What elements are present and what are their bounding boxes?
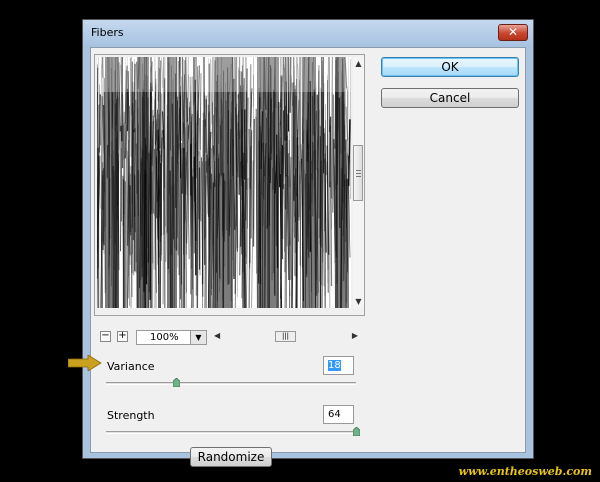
strength-value: 64 xyxy=(328,409,341,420)
watermark-text: www.entheosweb.com xyxy=(458,465,592,478)
grip-line xyxy=(356,173,361,174)
scroll-left-icon[interactable]: ◀ xyxy=(214,331,220,340)
zoom-in-button[interactable]: + xyxy=(117,331,128,342)
preview-panel: ▲ ▼ xyxy=(94,54,365,316)
fibers-dialog: Fibers ✕ ▲ ▼ − + 100% ▼ ◀ ||| ▶ Variance… xyxy=(82,19,534,467)
fibers-preview-image[interactable] xyxy=(97,57,351,308)
zoom-level-select[interactable]: 100% ▼ xyxy=(136,330,207,345)
ok-button[interactable]: OK xyxy=(381,57,519,77)
vertical-scroll-thumb[interactable] xyxy=(353,145,363,201)
scroll-up-icon[interactable]: ▲ xyxy=(353,59,364,68)
variance-value: 18 xyxy=(328,360,341,371)
strength-label: Strength xyxy=(107,409,155,422)
zoom-bar: − + 100% ▼ ◀ ||| ▶ xyxy=(94,330,365,346)
dialog-title: Fibers xyxy=(91,26,124,39)
variance-slider-track[interactable] xyxy=(106,382,356,385)
grip-line xyxy=(356,176,361,177)
scroll-down-icon[interactable]: ▼ xyxy=(353,297,364,306)
variance-input[interactable]: 18 xyxy=(323,356,354,375)
strength-slider-handle[interactable] xyxy=(353,427,360,436)
grip-line xyxy=(356,170,361,171)
title-bar[interactable]: Fibers ✕ xyxy=(83,20,533,46)
strength-slider-track[interactable] xyxy=(106,431,356,434)
zoom-out-button[interactable]: − xyxy=(100,331,111,342)
randomize-button[interactable]: Randomize xyxy=(190,447,272,467)
preview-vertical-scrollbar[interactable]: ▲ ▼ xyxy=(353,57,364,308)
variance-slider-handle[interactable] xyxy=(173,378,181,387)
scroll-right-icon[interactable]: ▶ xyxy=(352,331,358,340)
chevron-down-icon[interactable]: ▼ xyxy=(190,331,206,344)
horizontal-scroll-thumb[interactable]: ||| xyxy=(275,331,296,342)
preview-horizontal-scrollbar[interactable]: ◀ ||| ▶ xyxy=(212,331,358,343)
fibers-texture xyxy=(97,57,351,308)
close-icon[interactable]: ✕ xyxy=(498,24,528,41)
variance-label: Variance xyxy=(107,360,155,373)
strength-input[interactable]: 64 xyxy=(323,405,354,424)
arrow-right-icon xyxy=(68,355,102,371)
cancel-button[interactable]: Cancel xyxy=(381,88,519,108)
zoom-level-value: 100% xyxy=(150,332,179,343)
